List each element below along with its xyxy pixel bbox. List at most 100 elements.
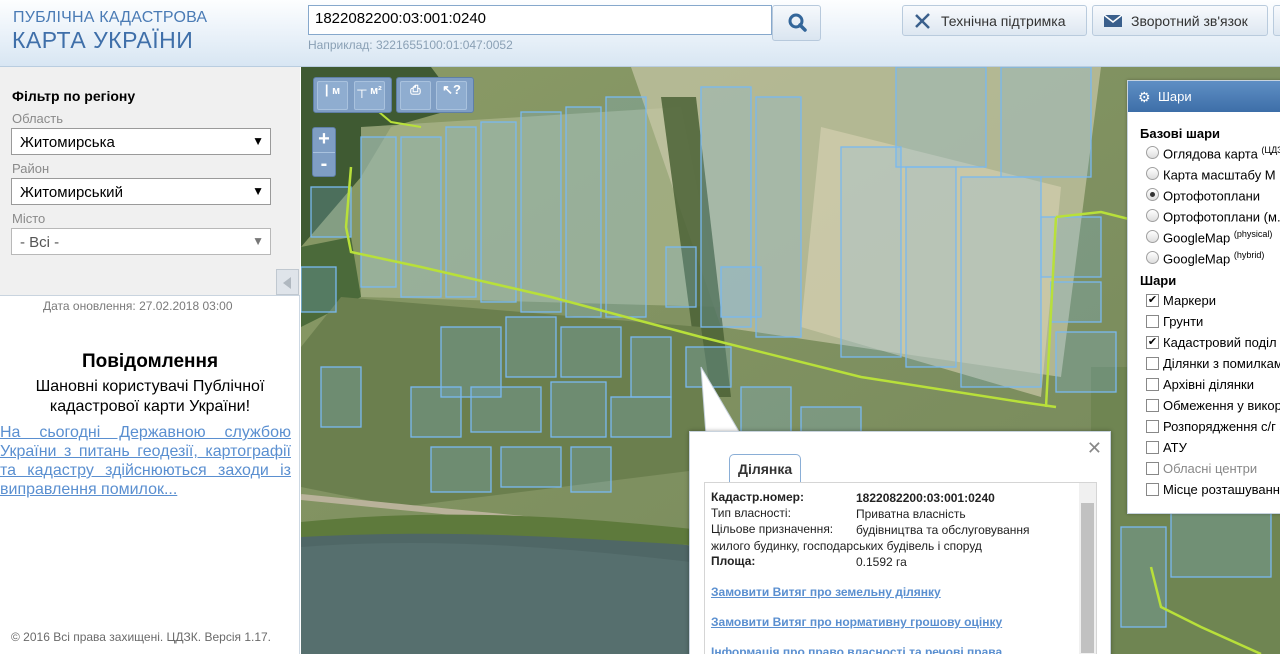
overlay-layer-label: АТУ bbox=[1163, 440, 1187, 455]
overlay-layer-label: Ділянки з помилками bbox=[1163, 356, 1280, 371]
checkbox[interactable] bbox=[1146, 399, 1159, 412]
rayon-select[interactable]: Житомирський ▼ bbox=[11, 178, 271, 205]
zoom-control: + - bbox=[312, 127, 336, 177]
measure-area-button[interactable]: ┬ м² bbox=[354, 81, 385, 110]
scrollbar-thumb[interactable] bbox=[1081, 503, 1094, 653]
measure-tool-group: | м ┬ м² bbox=[313, 77, 392, 113]
order-valuation-extract-link[interactable]: Замовити Витяг про нормативну грошову оц… bbox=[711, 615, 1002, 629]
logo-line-1: ПУБЛІЧНА КАДАСТРОВА bbox=[13, 9, 208, 26]
pointer-question-icon: ↖? bbox=[442, 82, 461, 97]
search-icon bbox=[788, 13, 807, 32]
printer-icon: ⎙ bbox=[410, 82, 421, 97]
checkbox[interactable] bbox=[1146, 441, 1159, 454]
checkbox[interactable] bbox=[1146, 483, 1159, 496]
identify-button[interactable]: ↖? bbox=[436, 81, 467, 110]
parcel-info: Кадастр.номер: 1822082200:03:001:0240 Ти… bbox=[704, 482, 1097, 654]
popup-scrollbar[interactable] bbox=[1079, 483, 1096, 654]
collapse-panel-button[interactable] bbox=[276, 269, 299, 295]
overlay-layers-title: Шари bbox=[1140, 273, 1177, 288]
search-hint: Наприклад: 3221655100:01:047:0052 bbox=[308, 38, 513, 52]
city-value: - Всі - bbox=[20, 234, 60, 251]
chevron-down-icon: ▼ bbox=[252, 134, 264, 148]
oblast-label: Область bbox=[12, 111, 64, 126]
filter-title: Фільтр по регіону bbox=[12, 88, 136, 104]
left-panel: Фільтр по регіону Область Житомирська ▼ … bbox=[0, 67, 300, 654]
overlay-layer-label: Обмеження у викор bbox=[1163, 398, 1280, 413]
message-text: Шановні користувачі Публічної кадастрово… bbox=[35, 378, 265, 415]
layers-header[interactable]: ⚙ Шари bbox=[1128, 81, 1280, 112]
ownership-value: Приватна власність bbox=[856, 507, 966, 521]
cad-number-value: 1822082200:03:001:0240 bbox=[856, 491, 995, 505]
message-title: Повідомлення bbox=[81, 351, 219, 372]
purpose-value-2: жилого будинку, господарських будівель і… bbox=[711, 539, 982, 553]
radio-button[interactable] bbox=[1146, 188, 1159, 201]
parcel-popup: ✕ Ділянка Кадастр.номер: 1822082200:03:0… bbox=[689, 431, 1111, 654]
checkbox[interactable] bbox=[1146, 378, 1159, 391]
chevron-left-icon bbox=[283, 277, 291, 289]
region-filter: Фільтр по регіону Область Житомирська ▼ … bbox=[0, 67, 300, 296]
oblast-select[interactable]: Житомирська ▼ bbox=[11, 128, 271, 155]
purpose-key: Цільове призначення: bbox=[711, 522, 834, 536]
update-date: Дата оновлення: 27.02.2018 03:00 bbox=[43, 299, 233, 313]
checkbox[interactable]: ✔ bbox=[1146, 294, 1159, 307]
checkbox[interactable] bbox=[1146, 357, 1159, 370]
cad-number-key: Кадастр.номер: bbox=[711, 490, 804, 504]
radio-button[interactable] bbox=[1146, 230, 1159, 243]
area-value: 0.1592 га bbox=[856, 555, 907, 569]
overlay-layer-label: Обласні центри bbox=[1163, 461, 1258, 476]
search-button[interactable] bbox=[772, 5, 821, 41]
zoom-in-button[interactable]: + bbox=[313, 128, 335, 152]
feedback-button[interactable]: Зворотний зв'язок bbox=[1092, 5, 1268, 36]
measure-distance-button[interactable]: | м bbox=[317, 81, 348, 110]
area-key: Площа: bbox=[711, 554, 756, 568]
tab-parcel[interactable]: Ділянка bbox=[729, 454, 802, 483]
city-select[interactable]: - Всі - ▼ bbox=[11, 228, 271, 255]
print-tool-group: ⎙ ↖? bbox=[396, 77, 474, 113]
ownership-key: Тип власності: bbox=[711, 506, 791, 520]
radio-button[interactable] bbox=[1146, 251, 1159, 264]
overlay-layer-label: Кадастровий поділ bbox=[1163, 335, 1277, 350]
overlay-layer-label: Архівні ділянки bbox=[1163, 377, 1254, 392]
ruler-line-icon: | м bbox=[324, 82, 341, 97]
ruler-area-icon: ┬ м² bbox=[357, 82, 382, 97]
support-label: Технічна підтримка bbox=[941, 13, 1066, 29]
header-extra-button[interactable] bbox=[1273, 5, 1280, 36]
base-layer-label: Карта масштабу М 1 bbox=[1163, 167, 1280, 183]
radio-button[interactable] bbox=[1146, 167, 1159, 180]
ownership-info-link[interactable]: Інформація про право власності та речові… bbox=[711, 645, 1002, 654]
map-view[interactable]: | м ┬ м² ⎙ ↖? + - ⚙ Шари Базові шари Огл… bbox=[301, 67, 1280, 654]
radio-button[interactable] bbox=[1146, 209, 1159, 222]
base-layers-title: Базові шари bbox=[1140, 126, 1221, 141]
overlay-layer-label: Маркери bbox=[1163, 293, 1216, 308]
checkbox[interactable] bbox=[1146, 315, 1159, 328]
checkbox[interactable] bbox=[1146, 462, 1159, 475]
layers-title: Шари bbox=[1158, 89, 1192, 104]
message-link[interactable]: На сьогодні Державною службою України з … bbox=[0, 423, 291, 499]
close-icon[interactable]: ✕ bbox=[1087, 438, 1102, 459]
chevron-down-icon: ▼ bbox=[252, 234, 264, 248]
checkbox[interactable] bbox=[1146, 420, 1159, 433]
layers-panel: ⚙ Шари Базові шари Оглядова карта (ЦДЗ Ка… bbox=[1127, 80, 1280, 514]
city-label: Місто bbox=[12, 211, 46, 226]
support-button[interactable]: Технічна підтримка bbox=[902, 5, 1087, 36]
rayon-label: Район bbox=[12, 161, 50, 176]
overlay-layer-label: Місце розташування bbox=[1163, 482, 1280, 497]
copyright: © 2016 Всі права захищені. ЦДЗК. Версія … bbox=[11, 630, 272, 644]
base-layer-label: Ортофотоплани (м. bbox=[1163, 209, 1280, 225]
order-parcel-extract-link[interactable]: Замовити Витяг про земельну ділянку bbox=[711, 585, 941, 599]
tools-icon bbox=[915, 13, 930, 29]
radio-button[interactable] bbox=[1146, 146, 1159, 159]
print-button[interactable]: ⎙ bbox=[400, 81, 431, 110]
envelope-icon bbox=[1103, 14, 1123, 27]
oblast-value: Житомирська bbox=[20, 134, 115, 151]
header: ПУБЛІЧНА КАДАСТРОВА КАРТА УКРАЇНИ 182208… bbox=[0, 0, 1280, 67]
zoom-out-button[interactable]: - bbox=[313, 152, 335, 176]
base-layer-label: Оглядова карта (ЦДЗ bbox=[1163, 145, 1280, 162]
checkbox[interactable]: ✔ bbox=[1146, 336, 1159, 349]
base-layer-label: GoogleMap (physical) bbox=[1163, 229, 1273, 246]
search-input[interactable]: 1822082200:03:001:0240 bbox=[308, 5, 772, 35]
logo-line-2: КАРТА УКРАЇНИ bbox=[12, 27, 194, 53]
feedback-label: Зворотний зв'язок bbox=[1131, 13, 1248, 29]
rayon-value: Житомирський bbox=[20, 184, 123, 201]
chevron-down-icon: ▼ bbox=[252, 184, 264, 198]
